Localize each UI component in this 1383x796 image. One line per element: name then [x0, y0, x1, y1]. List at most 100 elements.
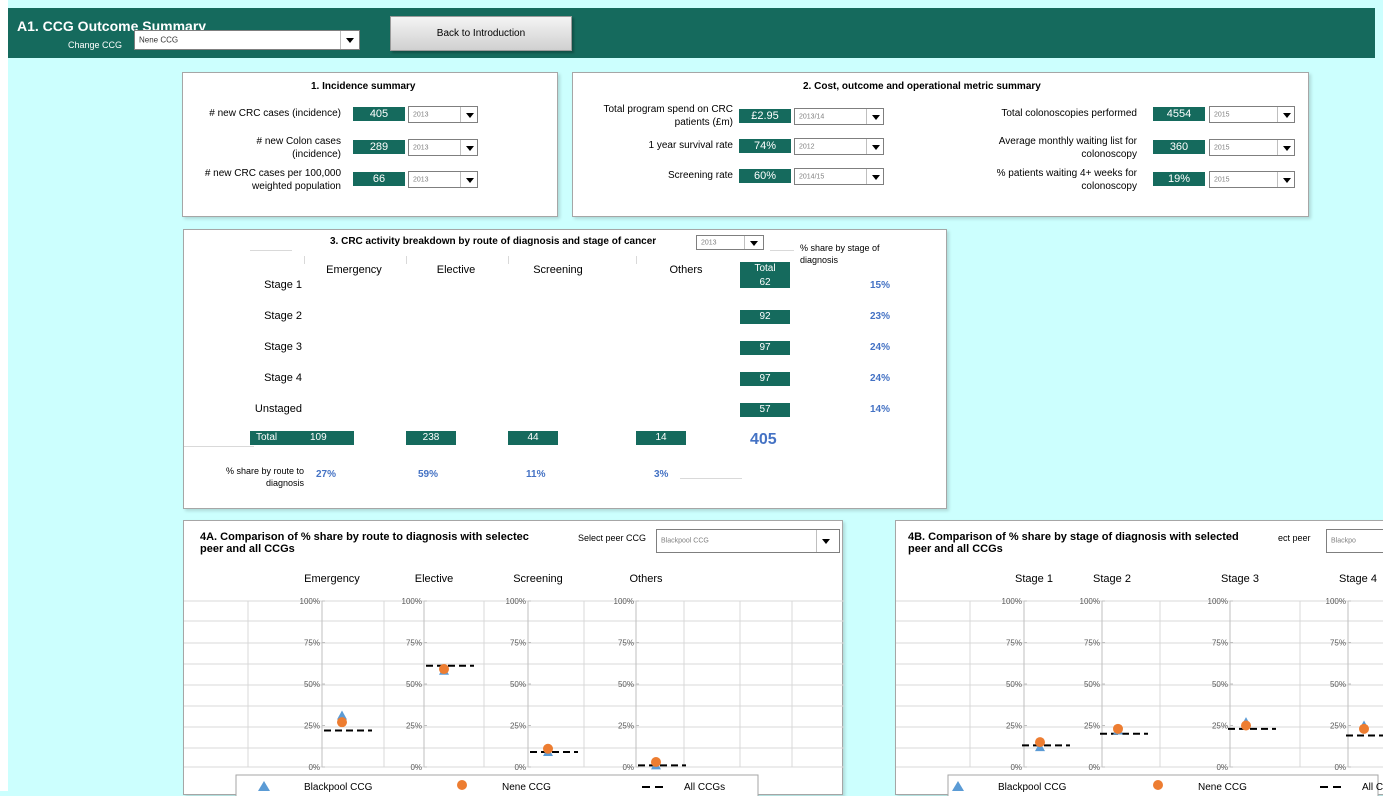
grid-line: [770, 250, 794, 251]
chevron-down-icon[interactable]: [460, 107, 477, 122]
legend-ccg-marker: [457, 780, 467, 790]
tick-label: 50%: [618, 680, 634, 689]
metric-year-dropdown-value: 2015: [1214, 176, 1230, 183]
sheet-edge: [0, 0, 8, 791]
subplot-title: Emergency: [304, 573, 360, 585]
tick-label: 50%: [510, 680, 526, 689]
incidence-value: 66: [353, 172, 405, 186]
stage-share-value: 14%: [870, 404, 891, 415]
tick-label: 0%: [308, 763, 320, 772]
stage-row-label: Stage 4: [264, 372, 302, 384]
metric-label-line1: Total colonoscopies performed: [1001, 108, 1137, 119]
legend-ccg-marker: [1153, 780, 1163, 790]
cost-label-line1: Screening rate: [667, 170, 733, 181]
cost-year-dropdown[interactable]: 2012: [794, 138, 884, 155]
tick-label: 50%: [406, 680, 422, 689]
grid-line: [184, 446, 254, 447]
cost-row-label: Screening rate: [553, 169, 733, 182]
metric-year-dropdown[interactable]: 2015: [1209, 171, 1295, 188]
tick-label: 75%: [1006, 639, 1022, 648]
activity-breakdown-panel: 3. CRC activity breakdown by route of di…: [183, 229, 947, 509]
tick-label: 50%: [1330, 680, 1346, 689]
metric-year-dropdown[interactable]: 2015: [1209, 139, 1295, 156]
route-total-row: Total 109: [250, 431, 354, 445]
cost-row-label: Total program spend on CRC patients (£m): [553, 103, 733, 129]
tick-label: 25%: [618, 722, 634, 731]
ccg-dropdown-value: Nene CCG: [139, 35, 179, 45]
cost-year-dropdown-value: 2014/15: [799, 173, 825, 180]
stage-total-value: 57: [740, 403, 790, 417]
stage-total-value: 97: [740, 372, 790, 386]
chevron-down-icon[interactable]: [460, 140, 477, 155]
column-header: Screening: [533, 264, 583, 276]
cost-row-label: 1 year survival rate: [553, 139, 733, 152]
ccg-marker: [1035, 737, 1045, 748]
chevron-down-icon[interactable]: [1277, 140, 1294, 155]
metric-year-dropdown-value: 2015: [1214, 144, 1230, 151]
incidence-value: 405: [353, 107, 405, 121]
incidence-row-label: # new CRC cases (incidence): [151, 107, 341, 120]
column-header: Others: [669, 264, 703, 276]
chevron-down-icon[interactable]: [744, 236, 763, 249]
cost-label-line1: Total program spend on CRC: [603, 104, 733, 115]
total-row-label: Total: [256, 432, 278, 443]
tick-label: 0%: [514, 763, 526, 772]
tick-label: 0%: [410, 763, 422, 772]
metric-year-dropdown[interactable]: 2015: [1209, 106, 1295, 123]
metric-value: 19%: [1153, 172, 1205, 186]
incidence-year-dropdown-value: 2013: [413, 144, 429, 151]
stage-row-label: Stage 1: [264, 279, 302, 291]
stage-total-value: 62: [759, 277, 771, 288]
tick-label: 75%: [1212, 639, 1228, 648]
metric-value: 360: [1153, 140, 1205, 154]
tick-label: 100%: [506, 597, 526, 606]
tick-label: 25%: [406, 722, 422, 731]
back-to-introduction-button[interactable]: Back to Introduction: [390, 16, 572, 51]
metric-value: 4554: [1153, 107, 1205, 121]
chevron-down-icon[interactable]: [1277, 107, 1294, 122]
legend-peer-label: Blackpool CCG: [998, 782, 1067, 793]
tick-label: 50%: [1006, 680, 1022, 689]
subplot-title: Elective: [415, 573, 454, 585]
incidence-year-dropdown[interactable]: 2013: [408, 171, 478, 188]
cost-value: £2.95: [739, 109, 791, 123]
tick-label: 0%: [1216, 763, 1228, 772]
ccg-marker: [1241, 720, 1251, 731]
subplot-title: Others: [629, 573, 663, 585]
tick-label: 0%: [1334, 763, 1346, 772]
incidence-year-dropdown[interactable]: 2013: [408, 139, 478, 156]
legend-peer-label: Blackpool CCG: [304, 782, 373, 793]
chevron-down-icon[interactable]: [460, 172, 477, 187]
chevron-down-icon[interactable]: [866, 169, 883, 184]
cost-year-dropdown[interactable]: 2013/14: [794, 108, 884, 125]
tick-label: 75%: [1330, 639, 1346, 648]
chevron-down-icon[interactable]: [1277, 172, 1294, 187]
stage-share-value: 24%: [870, 373, 891, 384]
grand-total-value: 405: [750, 431, 777, 448]
activity-year-dropdown[interactable]: 2013: [696, 235, 764, 250]
incidence-year-dropdown[interactable]: 2013: [408, 106, 478, 123]
incidence-label-line2: (incidence): [292, 149, 341, 160]
metric-row-label: Total colonoscopies performed: [933, 107, 1137, 120]
chevron-down-icon[interactable]: [866, 109, 883, 124]
chevron-down-icon[interactable]: [340, 31, 359, 49]
cost-outcome-panel: 2. Cost, outcome and operational metric …: [572, 72, 1309, 217]
route-share-label-line2: diagnosis: [265, 478, 304, 488]
ccg-dropdown[interactable]: Nene CCG: [134, 30, 360, 50]
ccg-marker: [1113, 723, 1123, 734]
route-share-label-line1: % share by route to: [225, 466, 304, 476]
activity-breakdown-title: 3. CRC activity breakdown by route of di…: [330, 236, 657, 247]
route-comparison-chart: Emergency 100% 75% 50% 25% 0% Elective 100% 75% 5…: [184, 573, 844, 796]
share-stage-title-line1: % share by stage of: [800, 243, 880, 253]
chevron-down-icon[interactable]: [866, 139, 883, 154]
metric-label-line1: Average monthly waiting list for: [998, 136, 1137, 147]
tick-label: 25%: [1330, 722, 1346, 731]
subplot-title: Stage 3: [1221, 573, 1259, 585]
tick-label: 75%: [618, 639, 634, 648]
grid-line: [250, 250, 292, 251]
activity-year-value: 2013: [701, 239, 717, 246]
cost-year-dropdown[interactable]: 2014/15: [794, 168, 884, 185]
tick-label: 75%: [304, 639, 320, 648]
legend-ccg-label: Nene CCG: [502, 782, 551, 793]
incidence-year-dropdown-value: 2013: [413, 176, 429, 183]
